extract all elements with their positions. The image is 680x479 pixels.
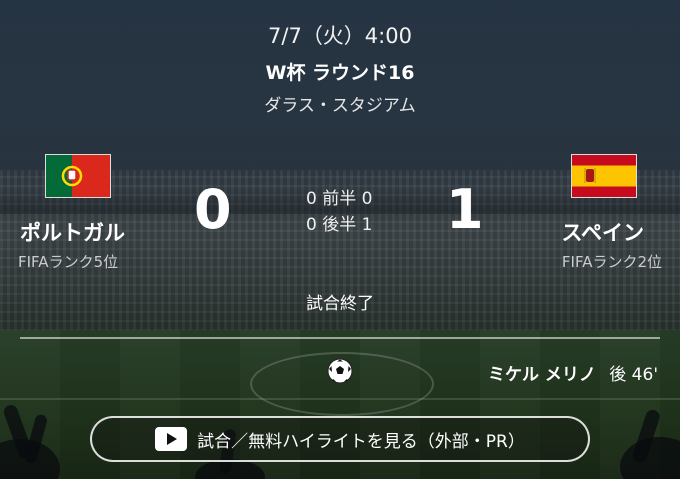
watch-highlights-label: 試合／無料ハイライトを見る（外部・PR）: [197, 431, 525, 452]
home-score: 0: [194, 178, 232, 241]
soccer-ball-icon: [327, 358, 353, 384]
away-team-rank: FIFAランク2位: [561, 253, 662, 271]
away-team-name: スペイン: [561, 221, 644, 245]
portugal-flag-icon: [45, 154, 111, 198]
first-half-score: 0 前半 0: [306, 189, 373, 209]
tournament-round: W杯 ラウンド16: [265, 62, 415, 84]
second-half-score: 0 後半 1: [306, 215, 373, 235]
spain-flag-icon: [571, 154, 637, 198]
stadium-name: ダラス・スタジアム: [264, 96, 416, 116]
away-score: 1: [446, 178, 484, 241]
match-status: 試合終了: [306, 294, 374, 314]
goal-event: ミケル メリノ 後 46': [488, 360, 658, 385]
home-team-name: ポルトガル: [20, 221, 125, 245]
goal-scorer: ミケル メリノ: [487, 365, 596, 385]
goal-time: 後 46': [609, 365, 658, 385]
home-team-rank: FIFAランク5位: [18, 253, 119, 271]
watch-highlights-button[interactable]: 試合／無料ハイライトを見る（外部・PR）: [90, 416, 590, 462]
divider: [20, 337, 660, 339]
play-icon: [155, 427, 188, 451]
match-date: 7/7（火）4:00: [268, 24, 412, 48]
